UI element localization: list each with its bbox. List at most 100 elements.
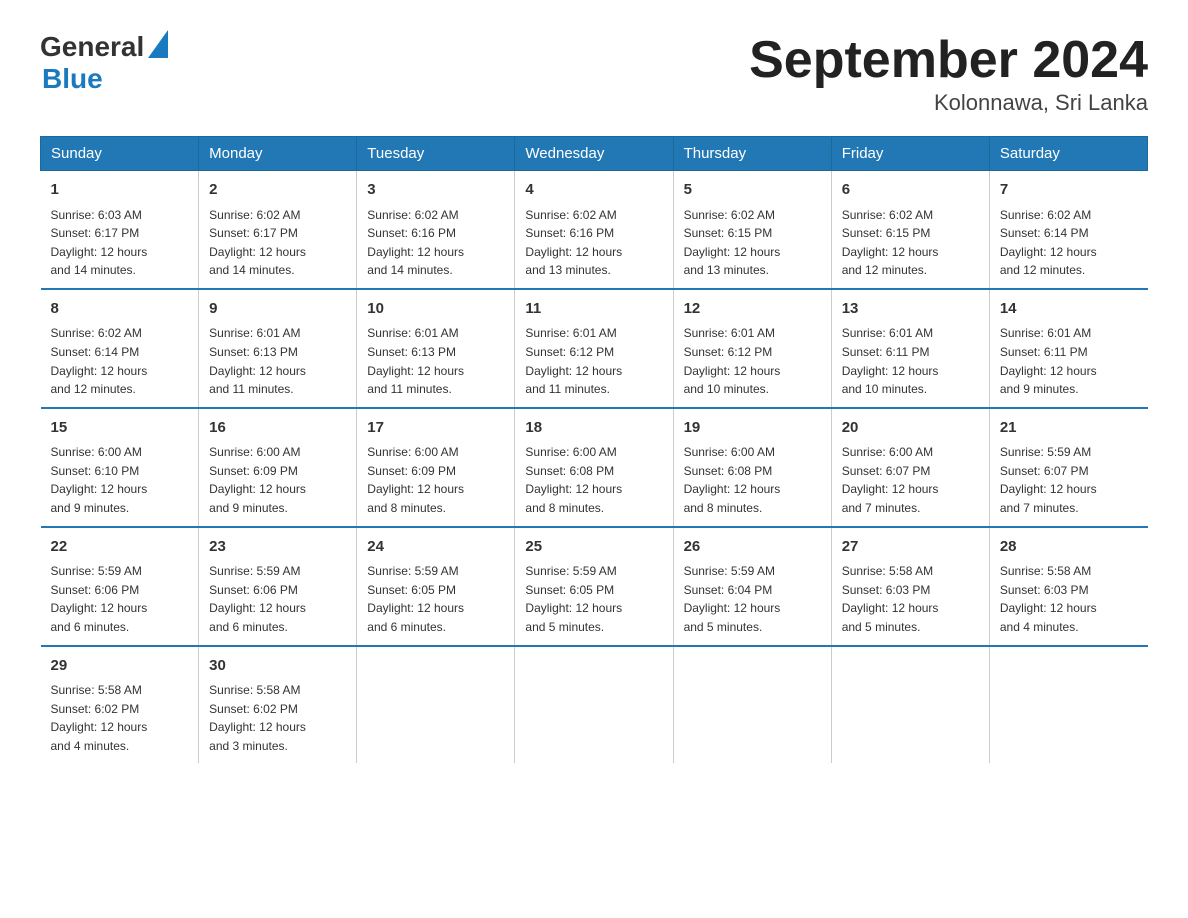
cell-info: Sunrise: 6:02 AMSunset: 6:15 PMDaylight:… — [684, 206, 821, 280]
cell-info: Sunrise: 5:59 AMSunset: 6:07 PMDaylight:… — [1000, 443, 1138, 517]
day-number: 2 — [209, 179, 346, 202]
header-tuesday: Tuesday — [357, 137, 515, 171]
cell-info: Sunrise: 5:58 AMSunset: 6:03 PMDaylight:… — [1000, 562, 1138, 636]
day-number: 25 — [525, 536, 662, 559]
calendar-cell — [989, 646, 1147, 764]
day-number: 20 — [842, 417, 979, 440]
page-header: General Blue September 2024 Kolonnawa, S… — [40, 30, 1148, 116]
calendar-cell: 13Sunrise: 6:01 AMSunset: 6:11 PMDayligh… — [831, 289, 989, 408]
cell-info: Sunrise: 6:02 AMSunset: 6:15 PMDaylight:… — [842, 206, 979, 280]
calendar-cell: 16 Sunrise: 6:00 AMSunset: 6:09 PMDayligh… — [199, 408, 357, 527]
calendar-cell: 25Sunrise: 5:59 AMSunset: 6:05 PMDayligh… — [515, 527, 673, 646]
day-number: 23 — [209, 536, 346, 559]
cell-info: Sunrise: 6:02 AMSunset: 6:16 PMDaylight:… — [367, 206, 504, 280]
day-number: 11 — [525, 298, 662, 321]
cell-info: Sunrise: 6:02 AMSunset: 6:17 PMDaylight:… — [209, 206, 346, 280]
calendar-week-row: 15 Sunrise: 6:00 AMSunset: 6:10 PMDayligh… — [41, 408, 1148, 527]
cell-info: Sunrise: 5:58 AMSunset: 6:03 PMDaylight:… — [842, 562, 979, 636]
cell-info: Sunrise: 6:00 AMSunset: 6:08 PMDaylight:… — [684, 443, 821, 517]
month-title: September 2024 — [749, 30, 1148, 90]
day-number: 9 — [209, 298, 346, 321]
cell-info: Sunrise: 5:59 AMSunset: 6:05 PMDaylight:… — [367, 562, 504, 636]
header-sunday: Sunday — [41, 137, 199, 171]
day-number: 24 — [367, 536, 504, 559]
logo-triangle-icon — [148, 30, 168, 58]
cell-info: Sunrise: 6:02 AMSunset: 6:16 PMDaylight:… — [525, 206, 662, 280]
calendar-cell: 28 Sunrise: 5:58 AMSunset: 6:03 PMDayligh… — [989, 527, 1147, 646]
cell-info: Sunrise: 6:01 AMSunset: 6:13 PMDaylight:… — [209, 324, 346, 398]
calendar-cell: 22Sunrise: 5:59 AMSunset: 6:06 PMDayligh… — [41, 527, 199, 646]
calendar-cell: 30Sunrise: 5:58 AMSunset: 6:02 PMDayligh… — [199, 646, 357, 764]
day-number: 28 — [1000, 536, 1138, 559]
calendar-cell: 18 Sunrise: 6:00 AMSunset: 6:08 PMDayligh… — [515, 408, 673, 527]
day-number: 12 — [684, 298, 821, 321]
day-number: 8 — [51, 298, 189, 321]
day-number: 29 — [51, 655, 189, 678]
logo-general: General — [40, 31, 144, 63]
calendar-cell: 10 Sunrise: 6:01 AMSunset: 6:13 PMDayligh… — [357, 289, 515, 408]
cell-info: Sunrise: 6:00 AMSunset: 6:07 PMDaylight:… — [842, 443, 979, 517]
calendar-week-row: 22 Sunrise: 5:59 AMSunset: 6:06 PMDayligh… — [41, 527, 1148, 646]
header-monday: Monday — [199, 137, 357, 171]
calendar-week-row: 29 Sunrise: 5:58 AMSunset: 6:02 PMDayligh… — [41, 646, 1148, 764]
logo: General Blue — [40, 30, 168, 95]
calendar-cell: 12 Sunrise: 6:01 AMSunset: 6:12 PMDayligh… — [673, 289, 831, 408]
calendar-cell: 4Sunrise: 6:02 AMSunset: 6:16 PMDaylight… — [515, 171, 673, 289]
cell-info: Sunrise: 6:00 AMSunset: 6:09 PMDaylight:… — [209, 443, 346, 517]
calendar-cell: 19 Sunrise: 6:00 AMSunset: 6:08 PMDayligh… — [673, 408, 831, 527]
calendar-cell: 29 Sunrise: 5:58 AMSunset: 6:02 PMDayligh… — [41, 646, 199, 764]
calendar-cell: 21 Sunrise: 5:59 AMSunset: 6:07 PMDayligh… — [989, 408, 1147, 527]
calendar-cell: 24 Sunrise: 5:59 AMSunset: 6:05 PMDayligh… — [357, 527, 515, 646]
cell-info: Sunrise: 6:00 AMSunset: 6:10 PMDaylight:… — [51, 443, 189, 517]
day-number: 18 — [525, 417, 662, 440]
cell-info: Sunrise: 6:01 AMSunset: 6:11 PMDaylight:… — [1000, 324, 1138, 398]
header-wednesday: Wednesday — [515, 137, 673, 171]
cell-info: Sunrise: 5:58 AMSunset: 6:02 PMDaylight:… — [209, 681, 346, 755]
calendar-cell — [357, 646, 515, 764]
cell-info: Sunrise: 5:58 AMSunset: 6:02 PMDaylight:… — [51, 681, 189, 755]
day-number: 6 — [842, 179, 979, 202]
cell-info: Sunrise: 6:00 AMSunset: 6:09 PMDaylight:… — [367, 443, 504, 517]
header-friday: Friday — [831, 137, 989, 171]
calendar-cell: 11Sunrise: 6:01 AMSunset: 6:12 PMDayligh… — [515, 289, 673, 408]
calendar-week-row: 1 Sunrise: 6:03 AMSunset: 6:17 PMDaylight… — [41, 171, 1148, 289]
cell-info: Sunrise: 6:02 AMSunset: 6:14 PMDaylight:… — [1000, 206, 1138, 280]
calendar-cell: 23 Sunrise: 5:59 AMSunset: 6:06 PMDayligh… — [199, 527, 357, 646]
calendar-table: SundayMondayTuesdayWednesdayThursdayFrid… — [40, 136, 1148, 763]
calendar-cell: 6 Sunrise: 6:02 AMSunset: 6:15 PMDaylight… — [831, 171, 989, 289]
calendar-cell — [673, 646, 831, 764]
calendar-cell: 8 Sunrise: 6:02 AMSunset: 6:14 PMDaylight… — [41, 289, 199, 408]
day-number: 27 — [842, 536, 979, 559]
day-number: 16 — [209, 417, 346, 440]
calendar-cell: 20 Sunrise: 6:00 AMSunset: 6:07 PMDayligh… — [831, 408, 989, 527]
cell-info: Sunrise: 6:01 AMSunset: 6:12 PMDaylight:… — [684, 324, 821, 398]
day-number: 17 — [367, 417, 504, 440]
day-number: 1 — [51, 179, 189, 202]
day-number: 13 — [842, 298, 979, 321]
day-number: 19 — [684, 417, 821, 440]
calendar-cell: 7 Sunrise: 6:02 AMSunset: 6:14 PMDaylight… — [989, 171, 1147, 289]
day-number: 7 — [1000, 179, 1138, 202]
calendar-cell: 17 Sunrise: 6:00 AMSunset: 6:09 PMDayligh… — [357, 408, 515, 527]
calendar-week-row: 8 Sunrise: 6:02 AMSunset: 6:14 PMDaylight… — [41, 289, 1148, 408]
cell-info: Sunrise: 5:59 AMSunset: 6:06 PMDaylight:… — [209, 562, 346, 636]
calendar-cell: 2 Sunrise: 6:02 AMSunset: 6:17 PMDaylight… — [199, 171, 357, 289]
logo-blue: Blue — [42, 63, 168, 95]
title-area: September 2024 Kolonnawa, Sri Lanka — [749, 30, 1148, 116]
day-number: 22 — [51, 536, 189, 559]
calendar-cell: 15 Sunrise: 6:00 AMSunset: 6:10 PMDayligh… — [41, 408, 199, 527]
day-number: 10 — [367, 298, 504, 321]
calendar-cell — [831, 646, 989, 764]
header-saturday: Saturday — [989, 137, 1147, 171]
calendar-cell: 14 Sunrise: 6:01 AMSunset: 6:11 PMDayligh… — [989, 289, 1147, 408]
day-number: 15 — [51, 417, 189, 440]
cell-info: Sunrise: 6:03 AMSunset: 6:17 PMDaylight:… — [51, 206, 189, 280]
calendar-cell: 1 Sunrise: 6:03 AMSunset: 6:17 PMDaylight… — [41, 171, 199, 289]
cell-info: Sunrise: 6:02 AMSunset: 6:14 PMDaylight:… — [51, 324, 189, 398]
cell-info: Sunrise: 6:01 AMSunset: 6:13 PMDaylight:… — [367, 324, 504, 398]
day-number: 14 — [1000, 298, 1138, 321]
cell-info: Sunrise: 6:00 AMSunset: 6:08 PMDaylight:… — [525, 443, 662, 517]
calendar-cell: 26Sunrise: 5:59 AMSunset: 6:04 PMDayligh… — [673, 527, 831, 646]
day-number: 26 — [684, 536, 821, 559]
day-number: 21 — [1000, 417, 1138, 440]
